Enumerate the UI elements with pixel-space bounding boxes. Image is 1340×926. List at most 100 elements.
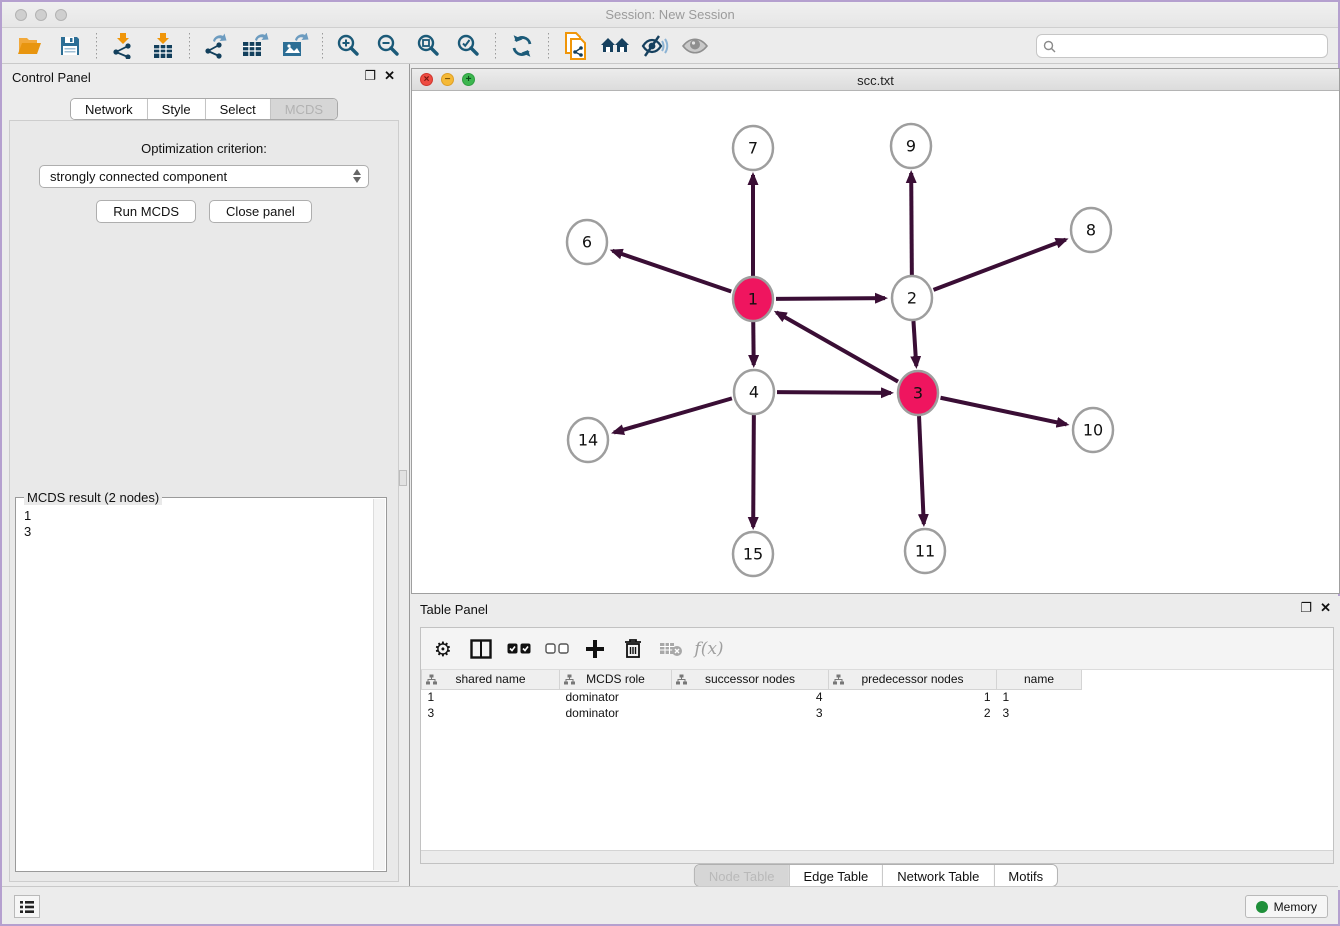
export-image-icon[interactable] [276,31,316,61]
cell-successor-nodes[interactable]: 3 [672,705,829,721]
result-scrollbar[interactable] [373,499,385,870]
zoom-selected-icon[interactable] [449,31,489,61]
search-input[interactable] [1061,39,1321,53]
save-session-icon[interactable] [50,31,90,61]
network-graph[interactable]: 7968124314101511 [412,91,1339,593]
node-label-4: 4 [749,383,759,402]
application-window: Session: New Session [2,2,1338,924]
hide-details-icon[interactable] [635,31,675,61]
toolbar-separator [495,33,496,59]
edge-4-15[interactable] [753,415,754,527]
column-header-name[interactable]: name [997,670,1082,689]
toolbar-separator [96,33,97,59]
home-icon[interactable] [595,31,635,61]
edge-4-14[interactable] [614,398,732,432]
result-line: 1 [24,508,372,524]
main-toolbar [2,28,1338,64]
edge-2-9[interactable] [911,173,912,275]
table-panel-float-icon[interactable]: ❐ [1300,601,1312,615]
edge-3-1[interactable] [776,312,898,381]
table-row[interactable]: 3dominator323 [422,705,1082,721]
memory-status-icon [1256,901,1268,913]
select-all-columns-icon[interactable] [505,635,533,663]
edge-2-8[interactable] [934,240,1066,290]
cell-successor-nodes[interactable]: 4 [672,689,829,705]
optimization-criterion-label: Optimization criterion: [10,141,398,156]
tab-motifs[interactable]: Motifs [993,865,1057,886]
edge-1-6[interactable] [613,251,732,292]
cell-shared-name[interactable]: 1 [422,689,560,705]
close-panel-button[interactable]: Close panel [209,200,312,223]
edge-3-10[interactable] [941,398,1067,425]
table-panel-close-icon[interactable]: ✕ [1320,601,1331,615]
cell-shared-name[interactable]: 3 [422,705,560,721]
node-label-1: 1 [748,290,758,309]
tab-node-table[interactable]: Node Table [695,865,789,886]
delete-column-icon[interactable] [619,635,647,663]
export-network-icon[interactable] [196,31,236,61]
show-details-icon[interactable] [675,31,715,61]
memory-label: Memory [1274,900,1317,914]
task-history-button[interactable] [14,895,40,918]
node-table-container: ⚙ f(x) [420,627,1334,864]
cell-MCDS-role[interactable]: dominator [560,689,672,705]
node-label-10: 10 [1083,421,1103,440]
cell-predecessor-nodes[interactable]: 1 [829,689,997,705]
node-label-11: 11 [915,542,935,561]
import-table-icon[interactable] [143,31,183,61]
tab-style[interactable]: Style [147,99,205,119]
column-header-shared-name[interactable]: shared name [422,670,560,689]
node-label-14: 14 [578,431,598,450]
node-label-6: 6 [582,233,592,252]
column-header-predecessor-nodes[interactable]: predecessor nodes [829,670,997,689]
run-mcds-button[interactable]: Run MCDS [96,200,196,223]
cell-name[interactable]: 1 [997,689,1082,705]
tab-select[interactable]: Select [205,99,270,119]
control-panel-float-icon[interactable]: ❐ [364,69,376,83]
refresh-icon[interactable] [502,31,542,61]
create-column-icon[interactable] [581,635,609,663]
network-window-titlebar[interactable]: × − + scc.txt [412,69,1339,91]
search-field[interactable] [1036,34,1328,58]
table-panel-tabs: Node TableEdge TableNetwork TableMotifs [694,864,1058,887]
zoom-in-icon[interactable] [329,31,369,61]
node-label-2: 2 [907,289,917,308]
delete-table-icon [657,635,685,663]
table-row[interactable]: 1dominator411 [422,689,1082,705]
copy-network-icon[interactable] [555,31,595,61]
zoom-out-icon[interactable] [369,31,409,61]
edge-2-3[interactable] [913,321,916,366]
node-table[interactable]: shared nameMCDS rolesuccessor nodesprede… [421,670,1082,721]
import-network-icon[interactable] [103,31,143,61]
tab-edge-table[interactable]: Edge Table [788,865,882,886]
control-panel-close-icon[interactable]: ✕ [384,69,395,83]
edge-1-2[interactable] [776,298,885,299]
splitter-grip[interactable] [399,470,407,486]
edge-3-11[interactable] [919,416,924,524]
tab-mcds[interactable]: MCDS [270,99,337,119]
table-horizontal-scrollbar[interactable] [421,850,1333,863]
cell-predecessor-nodes[interactable]: 2 [829,705,997,721]
network-canvas[interactable]: 7968124314101511 [412,91,1339,593]
network-window-title: scc.txt [412,73,1339,88]
edge-4-3[interactable] [777,392,891,393]
cell-MCDS-role[interactable]: dominator [560,705,672,721]
node-label-8: 8 [1086,221,1096,240]
table-panel: Table Panel ❐ ✕ ⚙ [410,596,1340,890]
table-settings-icon[interactable]: ⚙ [429,635,457,663]
unselect-all-columns-icon[interactable] [543,635,571,663]
mcds-result-lines[interactable]: 13 [24,508,372,869]
optimization-criterion-select[interactable]: strongly connected component [39,165,369,188]
control-panel: Control Panel ❐ ✕ NetworkStyleSelectMCDS… [2,64,406,890]
open-file-icon[interactable] [10,31,50,61]
select-stepper-icon [353,169,361,183]
column-header-MCDS-role[interactable]: MCDS role [560,670,672,689]
zoom-fit-icon[interactable] [409,31,449,61]
column-browser-icon[interactable] [467,635,495,663]
cell-name[interactable]: 3 [997,705,1082,721]
export-table-icon[interactable] [236,31,276,61]
tab-network-table[interactable]: Network Table [882,865,993,886]
column-header-successor-nodes[interactable]: successor nodes [672,670,829,689]
memory-button[interactable]: Memory [1245,895,1328,918]
tab-network[interactable]: Network [71,99,147,119]
